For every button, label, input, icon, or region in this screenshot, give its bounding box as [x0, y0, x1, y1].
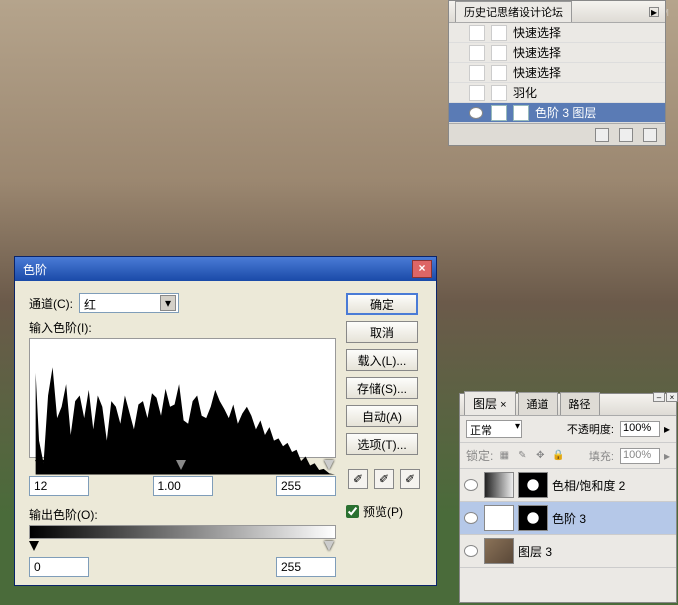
black-eyedropper-icon[interactable]: ✐ — [348, 469, 368, 489]
tab-layers[interactable]: 图层 × — [464, 391, 516, 415]
save-button[interactable]: 存储(S)... — [346, 377, 418, 399]
fill-field[interactable]: 100% — [620, 448, 660, 464]
history-label: 色阶 3 图层 — [535, 104, 596, 121]
levels-dialog: 色阶 × 通道(C): 红 输入色阶(I): — [14, 256, 437, 586]
lock-all-icon[interactable]: 🔒 — [551, 449, 565, 463]
history-row[interactable]: 羽化 — [449, 83, 665, 103]
output-black-field[interactable] — [29, 557, 89, 577]
blend-mode-select[interactable]: 正常 — [466, 420, 522, 438]
layers-panel: –× 图层 × 通道 路径 正常 不透明度: 100% ▸ 锁定: ▦ ✎ ✥ … — [459, 393, 677, 603]
visibility-icon[interactable] — [464, 512, 478, 524]
options-button[interactable]: 选项(T)... — [346, 433, 418, 455]
close-icon[interactable]: × — [412, 260, 432, 278]
layer-thumb[interactable] — [484, 538, 514, 564]
gamma-handle[interactable] — [176, 460, 186, 470]
history-label: 快速选择 — [513, 44, 561, 61]
history-panel: 历史记思绪设计论坛 ▸ 快速选择 快速选择 快速选择 羽化 色阶 3 图层 — [448, 0, 666, 146]
input-white-field[interactable] — [276, 476, 336, 496]
input-black-field[interactable] — [29, 476, 89, 496]
visibility-icon[interactable] — [464, 479, 478, 491]
preview-label: 预览(P) — [363, 503, 403, 520]
preview-check[interactable] — [346, 505, 359, 518]
histogram — [29, 338, 336, 458]
new-snapshot-icon[interactable] — [595, 128, 609, 142]
history-label: 快速选择 — [513, 24, 561, 41]
out-white-handle[interactable] — [324, 541, 334, 551]
visibility-icon[interactable] — [464, 545, 478, 557]
history-row[interactable]: 快速选择 — [449, 63, 665, 83]
history-row-active[interactable]: 色阶 3 图层 — [449, 103, 665, 123]
dialog-titlebar[interactable]: 色阶 × — [15, 257, 436, 281]
output-gradient — [29, 525, 336, 539]
history-label: 快速选择 — [513, 64, 561, 81]
history-row[interactable]: 快速选择 — [449, 43, 665, 63]
history-tab[interactable]: 历史记思绪设计论坛 — [455, 1, 572, 22]
panel-menu-icon[interactable]: ▸ — [649, 7, 659, 17]
lock-move-icon[interactable]: ✥ — [533, 449, 547, 463]
output-slider[interactable] — [29, 541, 336, 553]
out-black-handle[interactable] — [29, 541, 39, 551]
layer-label: 图层 3 — [518, 543, 552, 560]
new-doc-icon[interactable] — [619, 128, 633, 142]
output-white-field[interactable] — [276, 557, 336, 577]
opacity-field[interactable]: 100% — [620, 421, 660, 437]
layer-row-active[interactable]: 色阶 3 — [460, 502, 676, 535]
tab-channels[interactable]: 通道 — [518, 392, 558, 415]
preview-checkbox[interactable]: 预览(P) — [346, 503, 422, 520]
output-levels-label: 输出色阶(O): — [29, 506, 336, 523]
cancel-button[interactable]: 取消 — [346, 321, 418, 343]
auto-button[interactable]: 自动(A) — [346, 405, 418, 427]
input-levels-label: 输入色阶(I): — [29, 319, 336, 336]
layer-label: 色阶 3 — [552, 510, 586, 527]
channel-label: 通道(C): — [29, 295, 73, 312]
mask-thumb[interactable] — [518, 472, 548, 498]
lock-paint-icon[interactable]: ✎ — [515, 449, 529, 463]
history-row[interactable]: 快速选择 — [449, 23, 665, 43]
opacity-label: 不透明度: — [567, 421, 614, 437]
layer-row[interactable]: 图层 3 — [460, 535, 676, 568]
ok-button[interactable]: 确定 — [346, 293, 418, 315]
layer-thumb[interactable] — [484, 505, 514, 531]
load-button[interactable]: 载入(L)... — [346, 349, 418, 371]
lock-transparency-icon[interactable]: ▦ — [497, 449, 511, 463]
white-point-handle[interactable] — [324, 460, 334, 470]
panel-min-icon[interactable]: – — [653, 392, 665, 402]
mask-thumb[interactable] — [518, 505, 548, 531]
dialog-title: 色阶 — [23, 261, 47, 278]
input-gamma-field[interactable] — [153, 476, 213, 496]
opacity-flyout-icon[interactable]: ▸ — [664, 422, 670, 436]
tab-paths[interactable]: 路径 — [560, 392, 600, 415]
lock-label: 锁定: — [466, 447, 493, 464]
history-label: 羽化 — [513, 84, 537, 101]
gray-eyedropper-icon[interactable]: ✐ — [374, 469, 394, 489]
layer-label: 色相/饱和度 2 — [552, 477, 625, 494]
fill-flyout-icon[interactable]: ▸ — [664, 449, 670, 463]
layer-thumb[interactable] — [484, 472, 514, 498]
visibility-icon[interactable] — [469, 107, 483, 119]
black-point-handle[interactable] — [35, 460, 45, 470]
layer-row[interactable]: 色相/饱和度 2 — [460, 469, 676, 502]
panel-close-icon[interactable]: × — [666, 392, 678, 402]
white-eyedropper-icon[interactable]: ✐ — [400, 469, 420, 489]
fill-label: 填充: — [589, 448, 614, 464]
channel-select[interactable]: 红 — [79, 293, 179, 313]
input-slider[interactable] — [29, 460, 336, 472]
trash-icon[interactable] — [643, 128, 657, 142]
